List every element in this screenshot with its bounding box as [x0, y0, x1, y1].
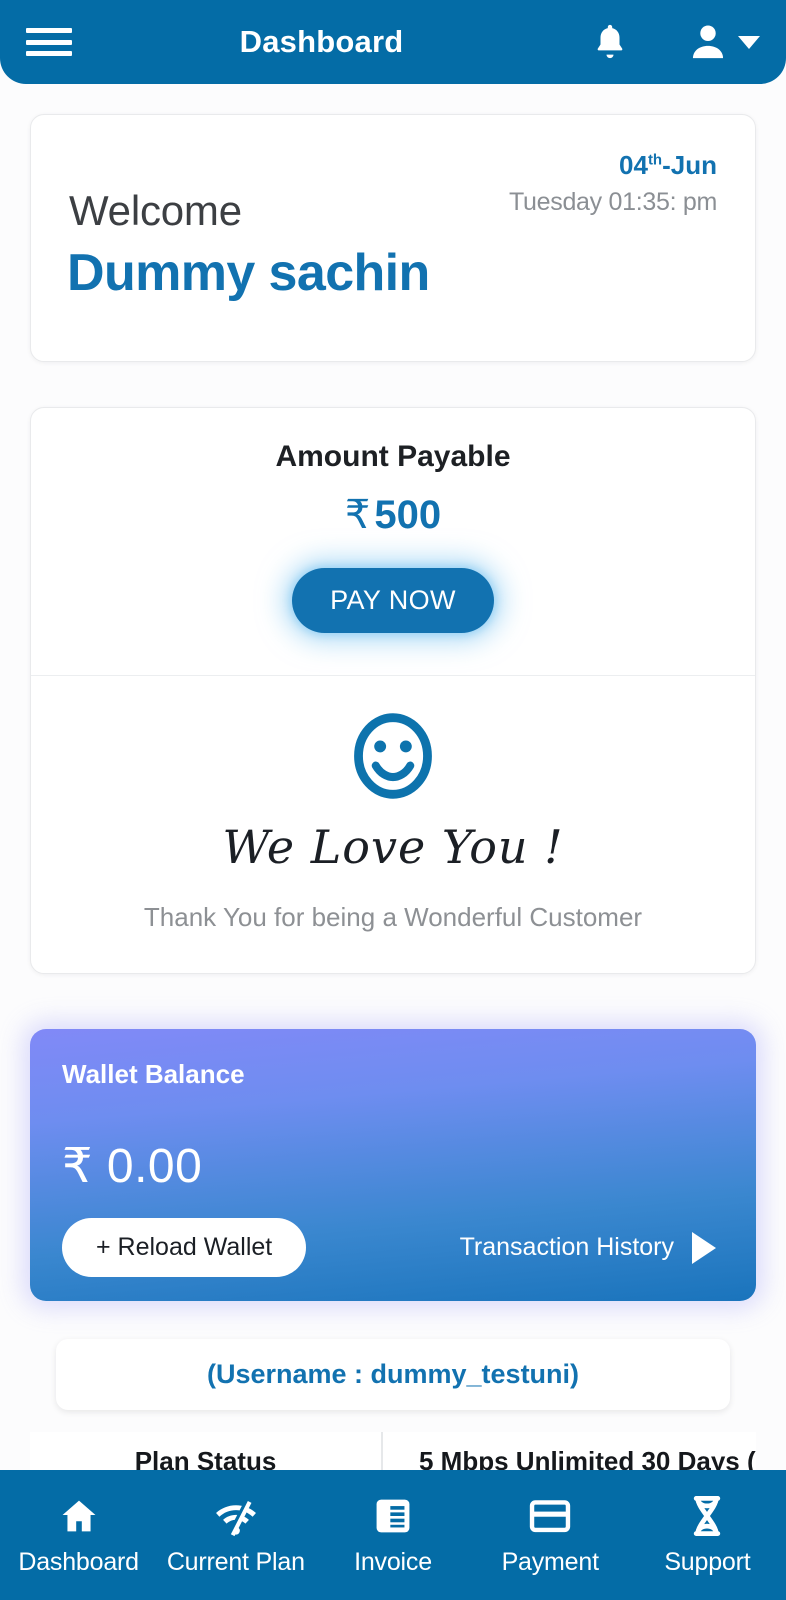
- amount-payable-card: Amount Payable ₹500 PAY NOW We Love You …: [30, 407, 756, 974]
- wallet-balance-label: Wallet Balance: [62, 1059, 245, 1089]
- wallet-balance-value: ₹ 0.00: [62, 1140, 203, 1193]
- nav-item-invoice[interactable]: Invoice: [314, 1494, 471, 1577]
- nav-label-support: Support: [664, 1547, 751, 1576]
- header-actions: [591, 20, 760, 64]
- bottom-navigation: Dashboard Current Plan Invoice Payment S…: [0, 1470, 786, 1600]
- transaction-history-link[interactable]: Transaction History: [459, 1231, 716, 1264]
- rupee-symbol: ₹: [344, 493, 371, 537]
- chevron-down-icon[interactable]: [738, 35, 760, 49]
- credit-card-icon: [528, 1494, 572, 1538]
- welcome-greeting: Welcome: [69, 187, 242, 234]
- app-header: Dashboard: [0, 0, 786, 84]
- pay-now-button[interactable]: PAY NOW: [292, 568, 494, 633]
- nav-label-current-plan: Current Plan: [166, 1547, 305, 1576]
- pay-now-wrap: PAY NOW: [31, 568, 755, 633]
- username-card: (Username : dummy_testuni): [56, 1339, 730, 1410]
- transaction-history-label: Transaction History: [459, 1233, 674, 1261]
- wallet-balance-card: Wallet Balance ₹ 0.00 + Reload Wallet Tr…: [30, 1029, 756, 1301]
- nav-label-invoice: Invoice: [354, 1547, 432, 1576]
- wifi-speed-icon: [212, 1494, 260, 1538]
- hourglass-icon: [689, 1494, 725, 1538]
- thank-you-section: We Love You ! Thank You for being a Wond…: [31, 676, 755, 973]
- app-screen: Dashboard 04th-Jun Tuesday 01:35: pm Wel…: [0, 0, 786, 1600]
- current-datetime: Tuesday 01:35: pm: [509, 187, 717, 216]
- smiley-face-icon: [31, 710, 755, 802]
- thank-you-text: Thank You for being a Wonderful Customer: [143, 902, 643, 932]
- home-icon: [57, 1494, 101, 1538]
- nav-item-current-plan[interactable]: Current Plan: [157, 1494, 314, 1577]
- nav-item-payment[interactable]: Payment: [472, 1494, 629, 1577]
- nav-label-dashboard: Dashboard: [18, 1547, 139, 1576]
- date-block: 04th-Jun Tuesday 01:35: pm: [509, 151, 717, 217]
- user-account-icon[interactable]: [687, 20, 760, 64]
- nav-label-payment: Payment: [501, 1547, 599, 1576]
- nav-item-support[interactable]: Support: [629, 1494, 786, 1577]
- reload-wallet-button[interactable]: + Reload Wallet: [62, 1218, 307, 1277]
- we-love-you-text: We Love You !: [222, 820, 564, 874]
- amount-payable-label: Amount Payable: [275, 440, 511, 473]
- amount-payable-section: Amount Payable ₹500 PAY NOW: [31, 408, 755, 676]
- nav-item-dashboard[interactable]: Dashboard: [0, 1494, 157, 1577]
- amount-payable-value: ₹500: [344, 493, 442, 537]
- notification-bell-icon[interactable]: [591, 20, 629, 64]
- document-lines-icon: [372, 1494, 414, 1538]
- welcome-card: 04th-Jun Tuesday 01:35: pm Welcome Dummy…: [30, 114, 756, 362]
- play-arrow-right-icon: [692, 1231, 716, 1264]
- username-text: (Username : dummy_testuni): [206, 1359, 580, 1389]
- wallet-actions: + Reload Wallet Transaction History: [62, 1218, 724, 1277]
- page-title: Dashboard: [239, 24, 404, 59]
- current-date: 04th-Jun: [619, 150, 717, 180]
- customer-name: Dummy sachin: [67, 244, 430, 302]
